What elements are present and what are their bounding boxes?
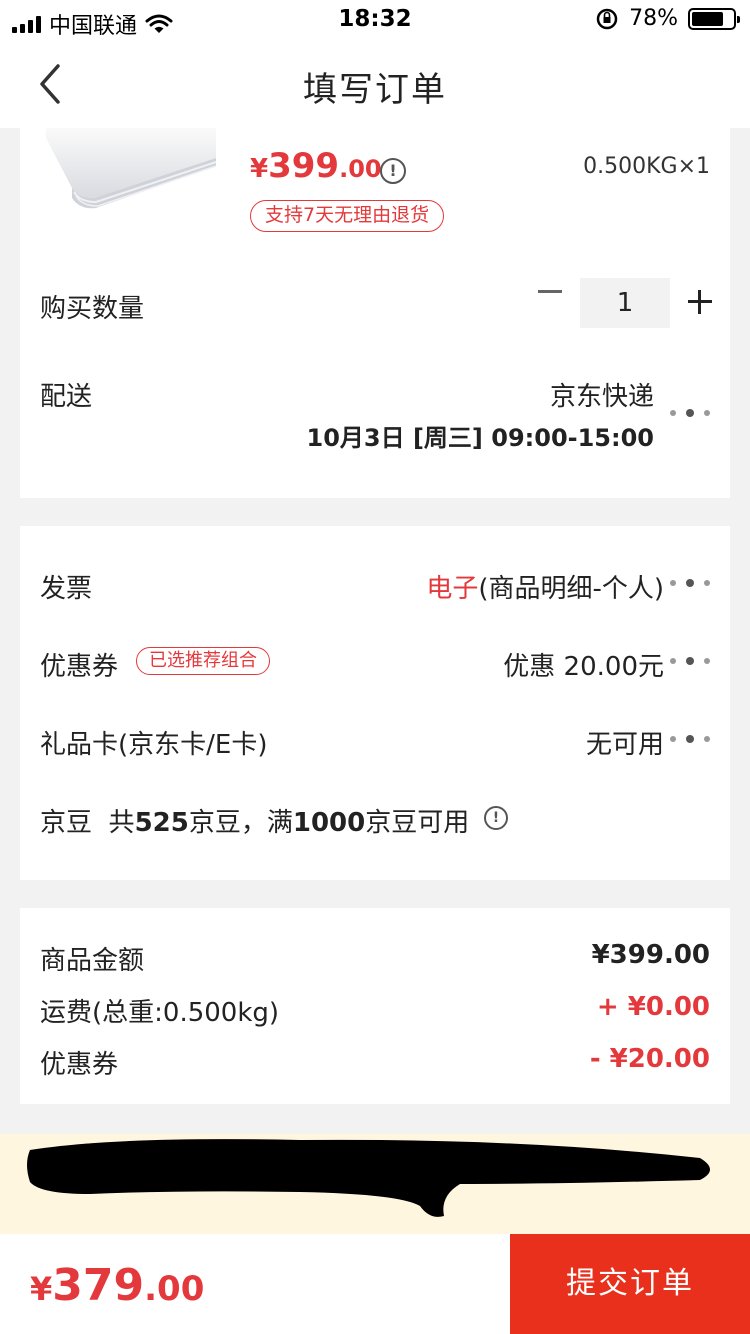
price-summary-card: 商品金额 ¥399.00 运费(总重:0.500kg) + ¥0.00 优惠券 … bbox=[20, 908, 730, 1104]
giftcard-label: 礼品卡(京东卡/E卡) bbox=[40, 730, 268, 760]
delivery-more-icon[interactable] bbox=[670, 408, 710, 418]
delivery-label: 配送 bbox=[40, 382, 93, 412]
payment-options-card: 发票 电子(商品明细-个人) 优惠券 已选推荐组合 优惠 20.00元 礼品卡(… bbox=[20, 526, 730, 880]
price-info-icon[interactable]: ! bbox=[380, 158, 406, 184]
notice-bar bbox=[0, 1134, 750, 1234]
jingdou-min: 1000 bbox=[292, 808, 366, 838]
giftcard-more-icon[interactable] bbox=[670, 734, 710, 744]
price-currency: ¥ bbox=[250, 154, 269, 184]
plus-icon[interactable] bbox=[688, 290, 712, 314]
jingdou-count: 525 bbox=[134, 808, 189, 838]
quantity-input[interactable]: 1 bbox=[580, 278, 670, 328]
minus-icon[interactable] bbox=[538, 290, 562, 293]
jingdou-text-1: 共 bbox=[108, 808, 135, 838]
redaction-mark bbox=[27, 1139, 710, 1217]
checkout-bar: ¥379.00 提交订单 bbox=[0, 1234, 750, 1334]
total-integer: 379 bbox=[52, 1260, 145, 1311]
return-policy-tag: 支持7天无理由退货 bbox=[250, 200, 445, 232]
product-weight: 0.500KG×1 bbox=[583, 154, 710, 179]
invoice-detail: (商品明细-个人) bbox=[478, 574, 664, 604]
jingdou-text-3: 京豆可用 bbox=[365, 808, 470, 838]
order-total: ¥379.00 bbox=[30, 1260, 204, 1311]
goods-amount-value: ¥399.00 bbox=[591, 940, 710, 970]
price-decimal: .00 bbox=[339, 155, 382, 183]
coupon-label: 优惠券 bbox=[40, 652, 119, 682]
coupon-more-icon[interactable] bbox=[670, 656, 710, 666]
status-bar: 中国联通 18:32 78% bbox=[0, 0, 750, 40]
total-currency: ¥ bbox=[30, 1270, 53, 1308]
jingdou-label: 京豆 bbox=[40, 808, 93, 838]
coupon-value[interactable]: 优惠 20.00元 bbox=[503, 646, 664, 683]
jingdou-info-icon[interactable]: ! bbox=[484, 806, 508, 830]
battery-percent: 78% bbox=[629, 6, 678, 31]
product-price: ¥399.00 bbox=[250, 146, 382, 186]
delivery-carrier[interactable]: 京东快递 bbox=[550, 376, 654, 413]
page-title: 填写订单 bbox=[303, 70, 447, 110]
invoice-more-icon[interactable] bbox=[670, 578, 710, 588]
battery-group: 78% bbox=[595, 6, 740, 31]
quantity-label: 购买数量 bbox=[40, 294, 145, 324]
order-item-card: ¥399.00 ! 0.500KG×1 支持7天无理由退货 购买数量 1 配送 … bbox=[20, 128, 730, 498]
coupon-summary-value: - ¥20.00 bbox=[589, 1044, 710, 1074]
shipping-value: + ¥0.00 bbox=[596, 992, 710, 1022]
giftcard-value[interactable]: 无可用 bbox=[586, 724, 664, 761]
delivery-time[interactable]: 10月3日 [周三] 09:00-15:00 bbox=[307, 418, 655, 453]
invoice-type: 电子 bbox=[426, 574, 479, 604]
price-integer: 399 bbox=[268, 146, 340, 186]
product-image[interactable] bbox=[46, 128, 218, 212]
battery-icon bbox=[688, 7, 740, 30]
shipping-label: 运费(总重:0.500kg) bbox=[40, 998, 280, 1028]
invoice-value[interactable]: 电子(商品明细-个人) bbox=[426, 568, 664, 605]
goods-amount-label: 商品金额 bbox=[40, 946, 145, 976]
nav-bar: 填写订单 bbox=[0, 40, 750, 128]
invoice-label: 发票 bbox=[40, 574, 93, 604]
jingdou-text-2: 京豆，满 bbox=[188, 808, 293, 838]
submit-order-button[interactable]: 提交订单 bbox=[510, 1234, 750, 1334]
jingdou-row: 京豆 共525京豆，满1000京豆可用 bbox=[40, 802, 469, 839]
rotation-lock-icon bbox=[596, 8, 618, 29]
coupon-selected-tag: 已选推荐组合 bbox=[136, 647, 270, 675]
coupon-summary-label: 优惠券 bbox=[40, 1050, 119, 1080]
total-decimal: .00 bbox=[144, 1269, 205, 1309]
